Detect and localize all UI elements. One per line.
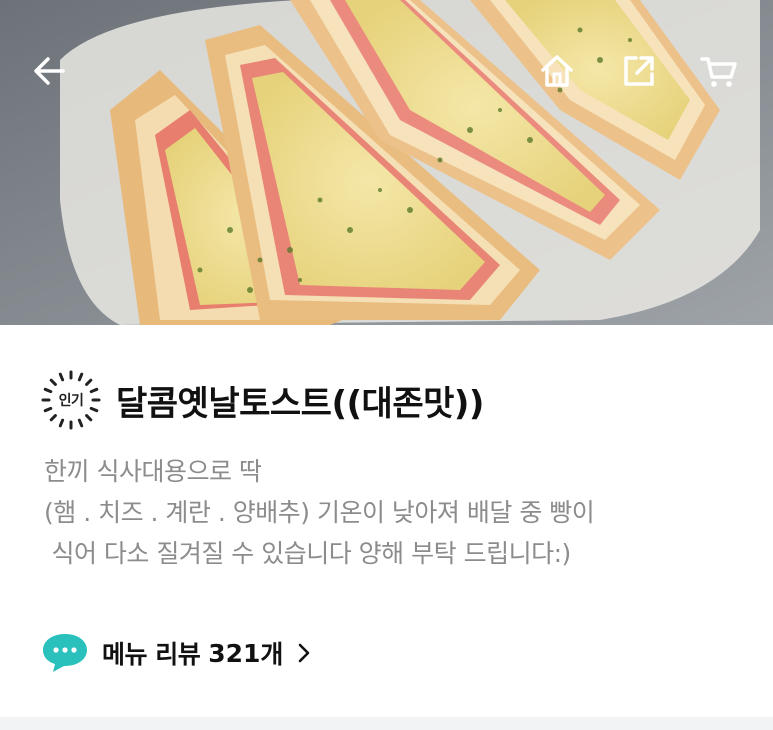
menu-description: 한끼 식사대용으로 딱 (햄 . 치즈 . 계란 . 양배추) 기온이 낮아져 … — [44, 451, 744, 574]
menu-title: 달콤옛날토스트((대존맛)) — [116, 383, 484, 424]
section-divider — [0, 717, 773, 730]
description-line: (햄 . 치즈 . 계란 . 양배추) 기온이 낮아져 배달 중 빵이 — [44, 498, 595, 527]
review-count: 321 — [208, 638, 261, 668]
share-button[interactable] — [614, 46, 664, 96]
home-icon — [541, 55, 573, 87]
menu-review-link[interactable]: 메뉴 리뷰 321 개 — [40, 631, 313, 675]
cart-icon — [700, 57, 737, 87]
title-row: 인기 달콤옛날토스트((대존맛)) — [40, 365, 484, 435]
popular-badge: 인기 — [40, 369, 102, 431]
cart-button[interactable] — [694, 46, 744, 96]
back-button[interactable] — [24, 46, 74, 96]
review-unit: 개 — [260, 640, 284, 669]
popular-badge-label: 인기 — [58, 393, 84, 409]
chat-bubble-icon — [43, 634, 87, 672]
description-line: 식어 다소 질겨질 수 있습니다 양해 부탁 드립니다:) — [44, 539, 571, 568]
review-label: 메뉴 리뷰 — [102, 640, 201, 669]
description-line: 한끼 식사대용으로 딱 — [44, 457, 262, 486]
menu-detail: 인기 달콤옛날토스트((대존맛)) 한끼 식사대용으로 딱 (햄 . 치즈 . … — [0, 325, 773, 717]
arrow-left-icon — [34, 57, 65, 85]
chevron-right-icon — [299, 643, 310, 663]
home-button[interactable] — [532, 46, 582, 96]
share-icon — [624, 56, 654, 86]
